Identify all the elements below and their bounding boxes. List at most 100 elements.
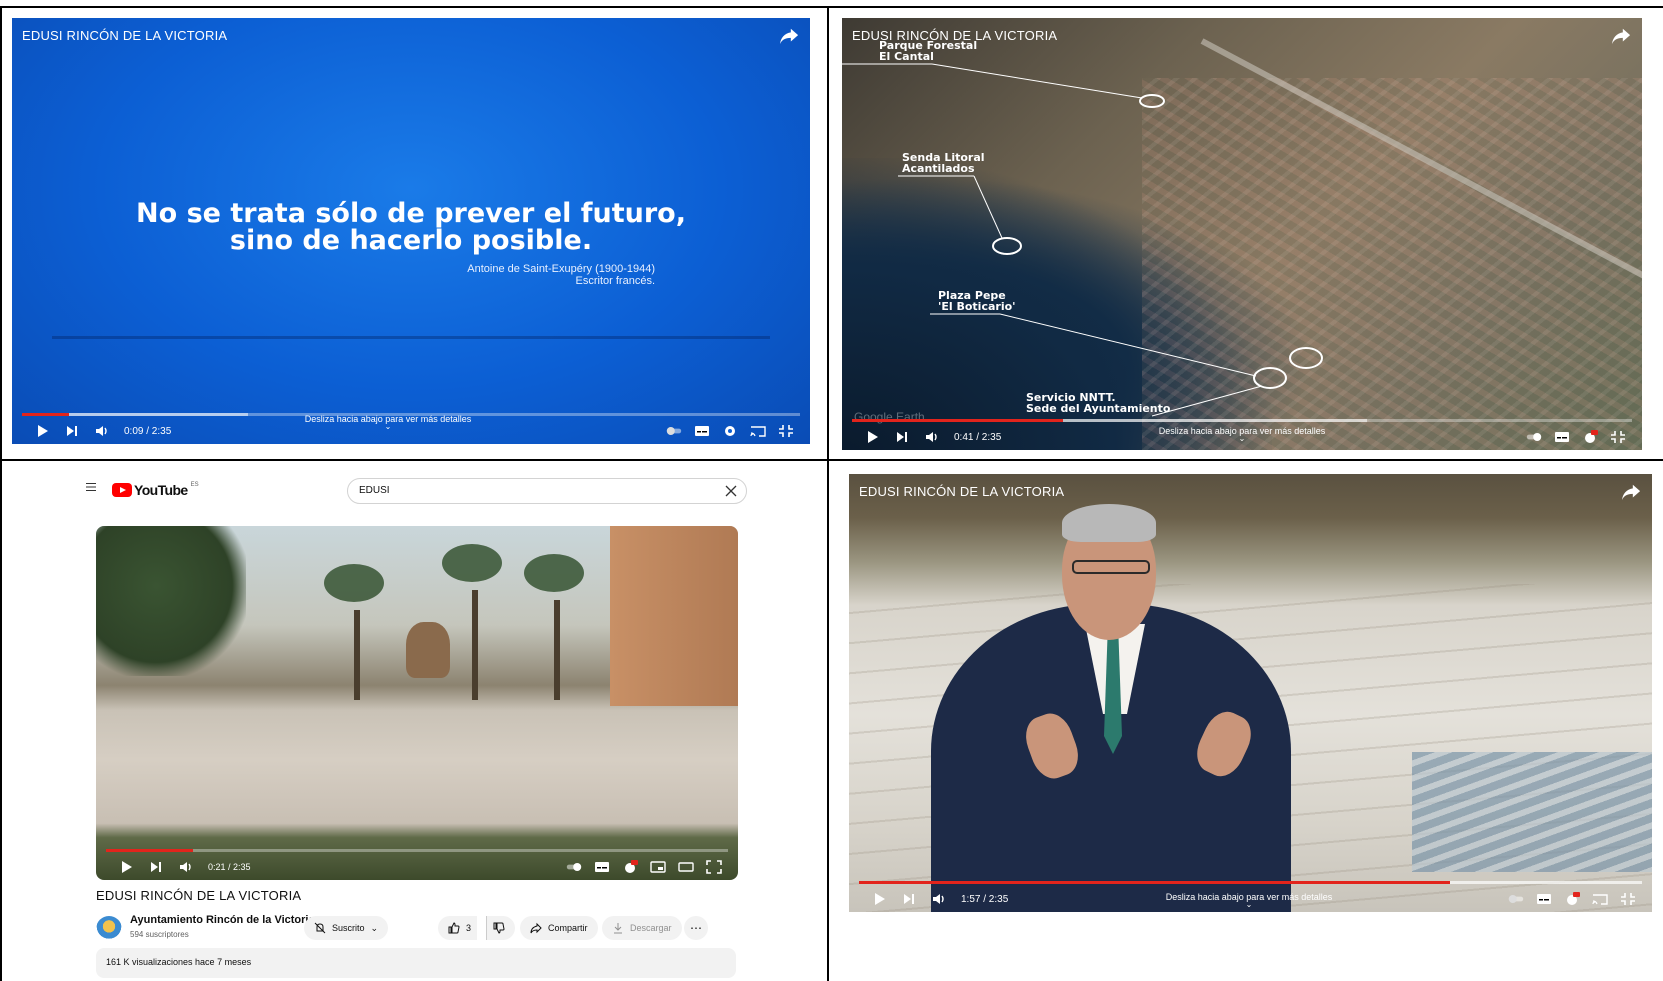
more-horizontal-icon: ⋯ [690, 921, 702, 935]
volume-icon[interactable] [924, 430, 940, 444]
label-servicio-line2: Sede del Ayuntamiento [1026, 402, 1171, 415]
divider-top [0, 6, 1663, 8]
youtube-logo[interactable]: YouTube ES [112, 482, 199, 498]
quote-line-1: No se trata sólo de prever el futuro, [136, 198, 686, 229]
progress-bar[interactable] [106, 849, 728, 852]
palm-trunk [554, 600, 560, 700]
divider-horizontal [0, 459, 1663, 461]
chevron-down-icon: ⌄ [370, 922, 379, 933]
miniplayer-icon[interactable] [650, 860, 666, 874]
exit-fullscreen-icon[interactable] [1610, 430, 1626, 444]
download-icon [614, 923, 622, 934]
speaker-hair [1062, 504, 1156, 542]
subscribed-label: Suscrito [332, 923, 365, 933]
progress-played [859, 881, 1451, 884]
video-description-box[interactable]: 161 K visualizaciones hace 7 meses [96, 948, 736, 978]
subtitles-icon[interactable] [1536, 892, 1552, 906]
like-count: 3 [466, 923, 472, 933]
dislike-button[interactable] [486, 916, 515, 940]
volume-icon[interactable] [94, 424, 110, 438]
time-display: 0:09 / 2:35 [124, 425, 172, 437]
autoplay-toggle-icon[interactable] [1508, 892, 1524, 906]
clear-search-icon[interactable] [724, 484, 738, 498]
video-player-4[interactable]: EDUSI RINCÓN DE LA VICTORIA 1:57 / 2:35 … [849, 474, 1652, 912]
thumbs-up-icon [448, 922, 460, 934]
search-input[interactable]: EDUSI [347, 478, 747, 504]
cast-icon[interactable] [750, 424, 766, 438]
settings-hd-icon[interactable] [622, 860, 638, 874]
video-player-3[interactable]: 0:21 / 2:35 [96, 526, 738, 880]
autoplay-toggle-icon[interactable] [666, 424, 682, 438]
youtube-logo-text: YouTube [134, 482, 188, 498]
time-display: 1:57 / 2:35 [961, 893, 1009, 905]
next-icon[interactable] [901, 892, 917, 906]
decorative-line [52, 336, 770, 339]
share-icon[interactable] [1620, 482, 1642, 502]
share-button[interactable]: Compartir [520, 916, 598, 940]
search-value: EDUSI [359, 485, 390, 496]
video-title-overlay[interactable]: EDUSI RINCÓN DE LA VICTORIA [22, 28, 227, 43]
share-icon[interactable] [1610, 26, 1632, 46]
palm-crown [524, 554, 584, 592]
channel-name[interactable]: Ayuntamiento Rincón de la Victoria [130, 914, 315, 926]
like-button[interactable]: 3 [438, 916, 478, 940]
time-display: 0:41 / 2:35 [954, 431, 1002, 443]
play-icon[interactable] [34, 424, 50, 438]
progress-bar[interactable] [852, 419, 1632, 422]
play-icon[interactable] [118, 860, 134, 874]
volume-icon[interactable] [931, 892, 947, 906]
quote-text: No se trata sólo de prever el futuro, si… [12, 200, 810, 254]
palm-crown [442, 544, 502, 582]
controls-right [1508, 892, 1636, 906]
volume-icon[interactable] [178, 860, 194, 874]
exit-fullscreen-icon[interactable] [1620, 892, 1636, 906]
play-icon[interactable] [864, 430, 880, 444]
video-title: EDUSI RINCÓN DE LA VICTORIA [96, 888, 302, 903]
autoplay-toggle-icon[interactable] [1526, 430, 1542, 444]
label-parque-forestal: Parque Forestal El Cantal [879, 40, 977, 62]
controls-left: 0:41 / 2:35 [864, 430, 1001, 444]
autoplay-toggle-icon[interactable] [566, 860, 582, 874]
controls-left: 0:09 / 2:35 [34, 424, 171, 438]
palm-trunk [354, 610, 360, 700]
subtitles-icon[interactable] [694, 424, 710, 438]
subscribed-button[interactable]: Suscrito ⌄ [304, 916, 389, 940]
subtitles-icon[interactable] [594, 860, 610, 874]
building-right [610, 526, 738, 706]
progress-bar[interactable] [859, 881, 1642, 884]
cast-icon[interactable] [1592, 892, 1608, 906]
settings-hd-icon[interactable] [1582, 430, 1598, 444]
screenshot-grid: EDUSI RINCÓN DE LA VICTORIA No se trata … [0, 0, 1663, 981]
download-label: Descargar [630, 923, 672, 933]
share-icon[interactable] [778, 26, 800, 46]
chevron-down-icon: ⌄ [1238, 434, 1246, 443]
swipe-hint: Desliza hacia abajo para ver más detalle… [305, 414, 472, 431]
fullscreen-icon[interactable] [706, 860, 722, 874]
menu-icon[interactable] [86, 482, 96, 492]
channel-avatar[interactable] [96, 916, 122, 942]
next-icon[interactable] [64, 424, 80, 438]
subtitles-icon[interactable] [1554, 430, 1570, 444]
divider-vertical [827, 6, 829, 981]
palm-crown [324, 564, 384, 602]
video-player-2[interactable]: Parque Forestal El Cantal Senda Litoral … [842, 18, 1642, 450]
video-player-1[interactable]: EDUSI RINCÓN DE LA VICTORIA No se trata … [12, 18, 810, 444]
settings-hd-icon[interactable] [1564, 892, 1580, 906]
settings-gear-icon[interactable] [722, 424, 738, 438]
time-display: 0:21 / 2:35 [208, 862, 251, 872]
speaker-glasses [1072, 560, 1150, 574]
next-icon[interactable] [894, 430, 910, 444]
share-arrow-icon [530, 922, 542, 934]
youtube-header: YouTube ES EDUSI [6, 470, 821, 510]
divider-left [0, 6, 2, 981]
download-button[interactable]: Descargar [602, 916, 682, 940]
channel-row: Ayuntamiento Rincón de la Victoria 594 s… [96, 912, 821, 946]
video-title-overlay[interactable]: EDUSI RINCÓN DE LA VICTORIA [852, 28, 1057, 43]
video-title-overlay[interactable]: EDUSI RINCÓN DE LA VICTORIA [859, 484, 1064, 499]
exit-fullscreen-icon[interactable] [778, 424, 794, 438]
more-actions-button[interactable]: ⋯ [684, 916, 708, 940]
play-icon[interactable] [871, 892, 887, 906]
next-icon[interactable] [148, 860, 164, 874]
chevron-down-icon: ⌄ [1245, 900, 1253, 909]
theater-mode-icon[interactable] [678, 860, 694, 874]
